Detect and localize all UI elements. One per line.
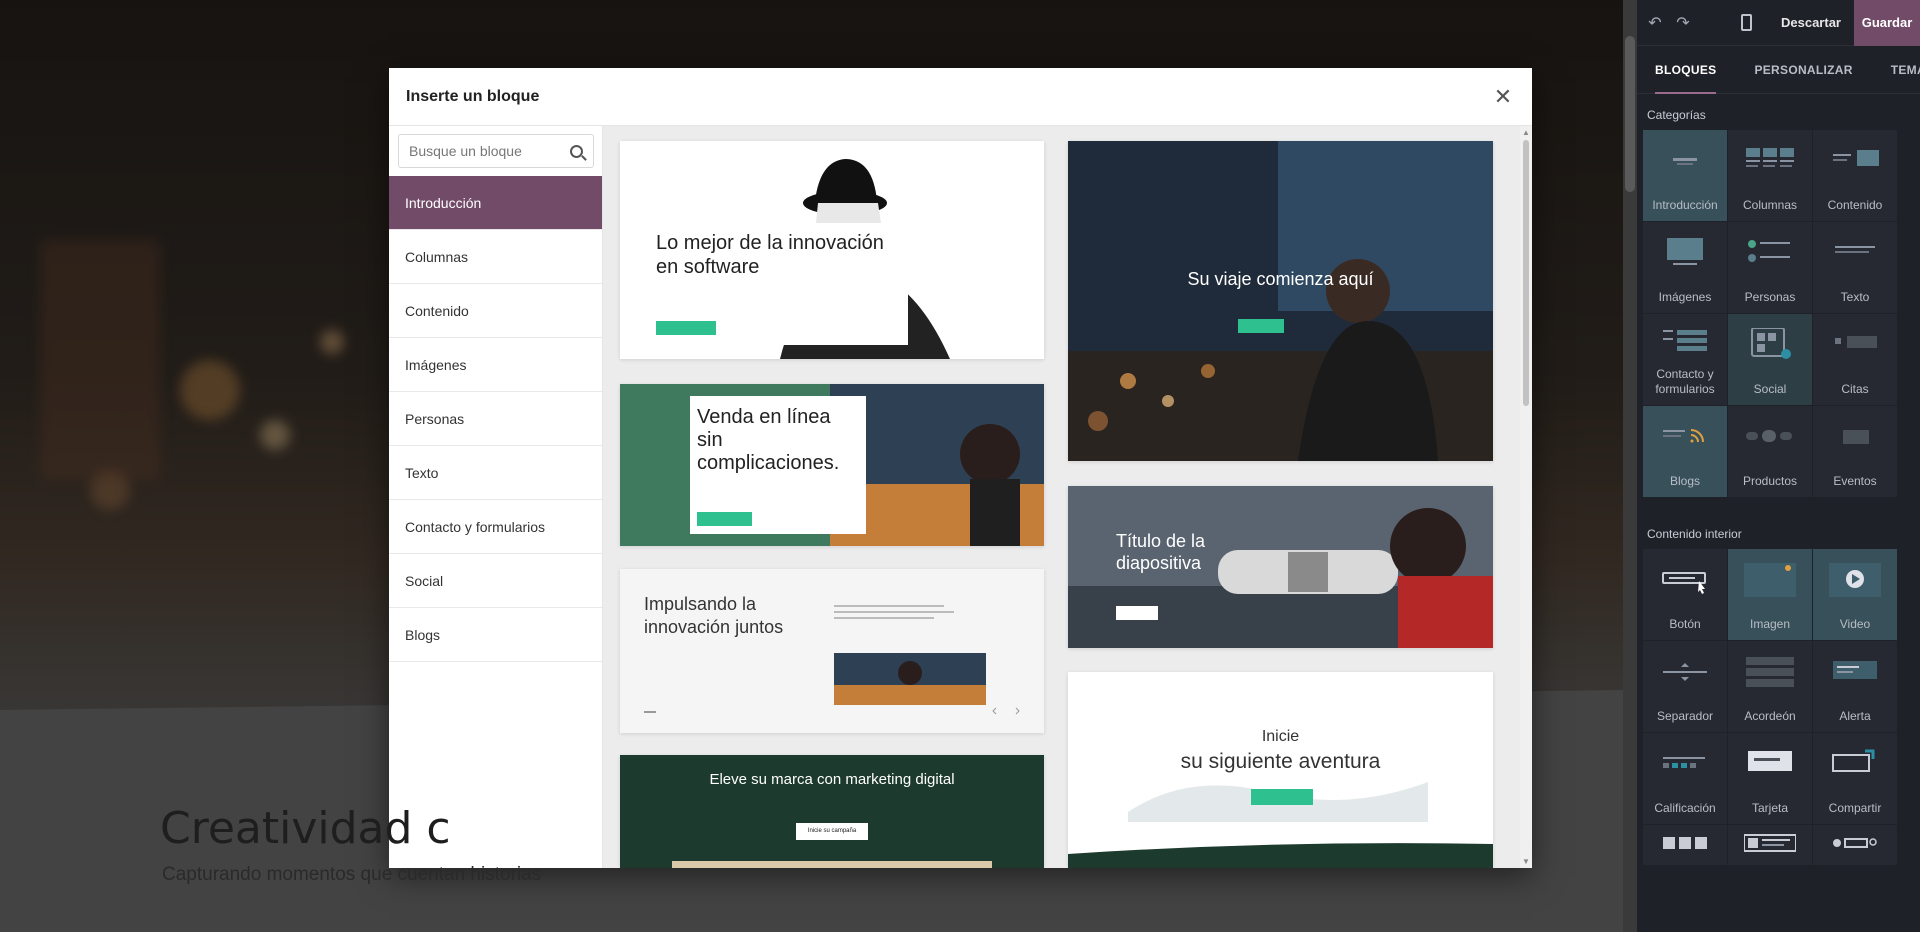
preview-software-title: Lo mejor de la innovación en software xyxy=(656,232,884,278)
snippet-accordion[interactable]: Acordeón xyxy=(1728,641,1812,732)
scroll-down-icon[interactable]: ▼ xyxy=(1522,857,1530,866)
preview-adventure-line1: Inicie xyxy=(1261,728,1300,745)
category-blogs[interactable]: Blogs xyxy=(389,608,602,662)
snippet-columns[interactable]: Columnas xyxy=(1728,130,1812,221)
block-preview-slide[interactable]: Título de la diapositiva xyxy=(1068,486,1493,648)
scroll-up-icon[interactable]: ▲ xyxy=(1522,128,1530,137)
snippet-images[interactable]: Imágenes xyxy=(1643,222,1727,313)
snippet-intro[interactable]: Introducción xyxy=(1643,130,1727,221)
snippet-button[interactable]: Botón xyxy=(1643,549,1727,640)
snippet-blogs[interactable]: Blogs xyxy=(1643,406,1727,497)
mobile-preview-icon[interactable] xyxy=(1741,14,1752,31)
preview-sell-title: Venda en línea sin complicaciones. xyxy=(697,406,840,474)
snippet-search-bar[interactable] xyxy=(1813,825,1897,865)
block-preview-adventure[interactable]: Inicie su siguiente aventura xyxy=(1068,672,1493,868)
editor-tabs: BLOQUES PERSONALIZAR TEMA xyxy=(1637,46,1920,94)
category-contact-forms[interactable]: Contacto y formularios xyxy=(389,500,602,554)
snippet-social-media[interactable] xyxy=(1643,825,1727,865)
discard-button[interactable]: Descartar xyxy=(1781,0,1841,46)
snippet-events[interactable]: Eventos xyxy=(1813,406,1897,497)
categories-heading: Categorías xyxy=(1647,108,1706,122)
preview-marketing-button: Inicie su campaña xyxy=(796,823,868,840)
snippet-image[interactable]: Imagen xyxy=(1728,549,1812,640)
preview-adventure-line2: su siguiente aventura xyxy=(1180,750,1381,773)
snippet-rating[interactable]: Calificación xyxy=(1643,733,1727,824)
canvas-scrollbar[interactable] xyxy=(1623,0,1637,932)
redo-icon[interactable]: ↷ xyxy=(1669,0,1697,46)
block-preview-grid: Lo mejor de la innovación en software Ve… xyxy=(603,126,1532,868)
snippet-facebook[interactable] xyxy=(1728,825,1812,865)
editor-toolbar: ↶ ↷ Descartar Guardar xyxy=(1637,0,1920,46)
hero-subtitle: Capturando momentos que cuentan historia… xyxy=(162,864,542,885)
tab-blocks[interactable]: BLOQUES xyxy=(1655,46,1717,94)
block-preview-marketing[interactable]: Eleve su marca con marketing digital Ini… xyxy=(620,755,1044,868)
dialog-title: Inserte un bloque xyxy=(406,87,540,105)
editor-panel: ↶ ↷ Descartar Guardar BLOQUES PERSONALIZ… xyxy=(1637,0,1920,932)
snippet-alert[interactable]: Alerta xyxy=(1813,641,1897,732)
preview-slide-button xyxy=(1116,606,1158,620)
save-button[interactable]: Guardar xyxy=(1854,0,1920,46)
category-columns[interactable]: Columnas xyxy=(389,230,602,284)
snippet-products[interactable]: Productos xyxy=(1728,406,1812,497)
snippet-separator[interactable]: Separador xyxy=(1643,641,1727,732)
snippet-social[interactable]: Social xyxy=(1728,314,1812,405)
preview-marketing-image xyxy=(672,861,992,868)
snippet-card[interactable]: Tarjeta xyxy=(1728,733,1812,824)
category-people[interactable]: Personas xyxy=(389,392,602,446)
preview-adventure-button xyxy=(1251,789,1313,805)
block-search-input[interactable]: Busque un bloque xyxy=(398,134,594,168)
search-placeholder: Busque un bloque xyxy=(409,143,522,159)
snippet-people[interactable]: Personas xyxy=(1728,222,1812,313)
preview-software-button xyxy=(656,321,716,335)
inner-content-snippets: Botón Imagen Video Separador Acordeón Al… xyxy=(1637,549,1920,865)
snippet-quotes[interactable]: Citas xyxy=(1813,314,1897,405)
preview-marketing-title: Eleve su marca con marketing digital xyxy=(709,771,955,788)
snippet-share[interactable]: Compartir xyxy=(1813,733,1897,824)
category-list: Busque un bloque Introducción Columnas C… xyxy=(389,126,603,868)
preview-sell-button xyxy=(697,512,752,526)
category-content[interactable]: Contenido xyxy=(389,284,602,338)
snippet-text[interactable]: Texto xyxy=(1813,222,1897,313)
block-preview-sell-online[interactable]: Venda en línea sin complicaciones. xyxy=(620,384,1044,546)
category-introduction[interactable]: Introducción xyxy=(389,176,602,230)
category-text[interactable]: Texto xyxy=(389,446,602,500)
inner-content-heading: Contenido interior xyxy=(1647,527,1742,541)
category-images[interactable]: Imágenes xyxy=(389,338,602,392)
scrollbar-thumb[interactable] xyxy=(1523,140,1529,406)
block-preview-software[interactable]: Lo mejor de la innovación en software xyxy=(620,141,1044,359)
preview-slide-title: Título de la diapositiva xyxy=(1116,531,1206,573)
block-preview-innovation[interactable]: Impulsando la innovación juntos xyxy=(620,569,1044,733)
preview-journey-button xyxy=(1238,319,1284,333)
preview-journey-title: Su viaje comienza aquí xyxy=(1187,269,1374,289)
snippet-contact[interactable]: Contacto y formularios xyxy=(1643,314,1727,405)
search-icon[interactable] xyxy=(570,144,583,158)
tab-customize[interactable]: PERSONALIZAR xyxy=(1754,46,1852,94)
category-social[interactable]: Social xyxy=(389,554,602,608)
dialog-header: Inserte un bloque ✕ xyxy=(389,68,1532,126)
scrollbar-thumb[interactable] xyxy=(1625,36,1635,192)
category-snippets: Introducción Columnas Contenido Imágenes… xyxy=(1637,130,1920,497)
undo-icon[interactable]: ↶ xyxy=(1641,0,1669,46)
snippet-video[interactable]: Video xyxy=(1813,549,1897,640)
snippet-content[interactable]: Contenido xyxy=(1813,130,1897,221)
preview-scrollbar[interactable]: ▲ ▼ xyxy=(1520,126,1532,868)
tab-theme[interactable]: TEMA xyxy=(1891,46,1920,94)
insert-block-dialog: Inserte un bloque ✕ Busque un bloque Int… xyxy=(389,68,1532,868)
close-icon[interactable]: ✕ xyxy=(1486,80,1520,114)
hero-title: Creatividad c xyxy=(160,803,451,854)
block-preview-journey[interactable]: Su viaje comienza aquí xyxy=(1068,141,1493,461)
